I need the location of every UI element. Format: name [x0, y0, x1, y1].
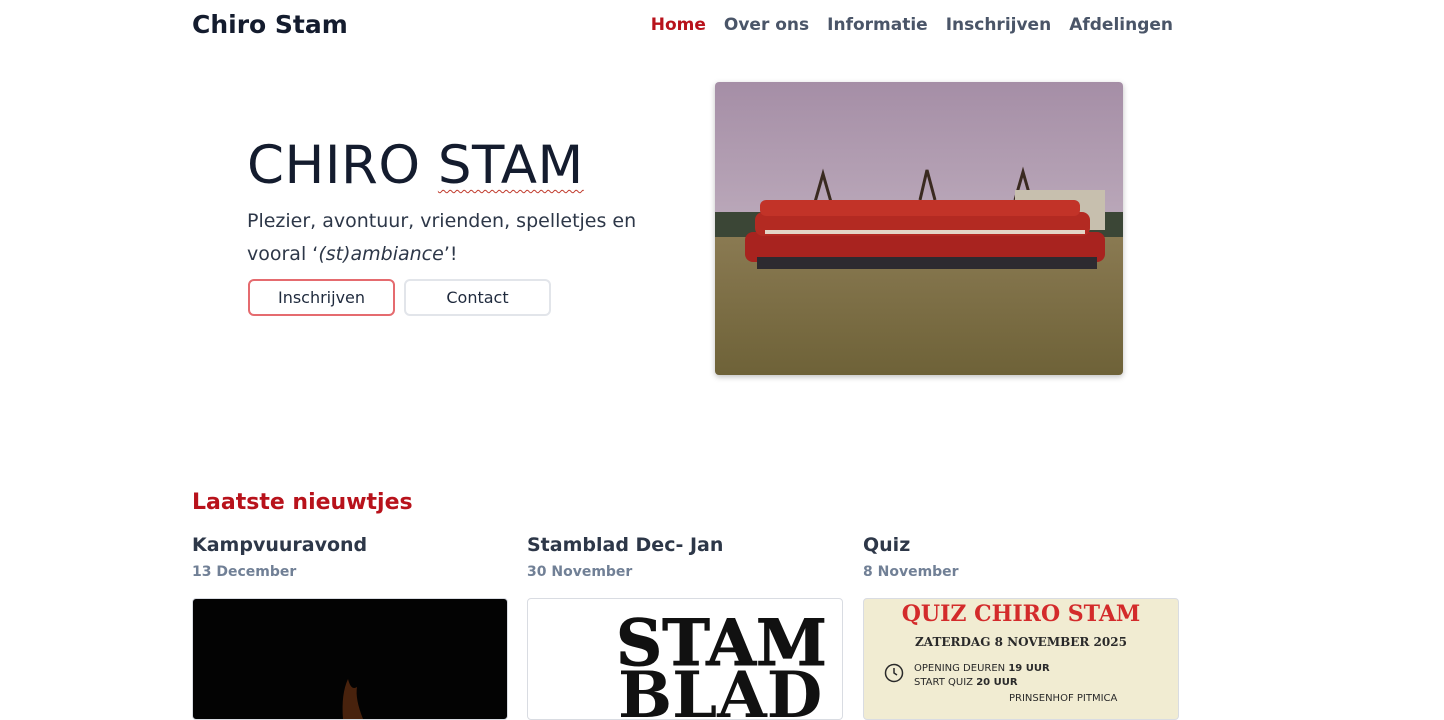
- quiz-poster[interactable]: QUIZ CHIRO STAM ZATERDAG 8 NOVEMBER 2025…: [863, 598, 1179, 720]
- news-card-date: 13 December: [192, 564, 297, 580]
- quiz-poster-date: ZATERDAG 8 NOVEMBER 2025: [915, 635, 1127, 649]
- news-card-title[interactable]: Quiz: [863, 532, 1179, 558]
- news-card-date: 8 November: [863, 564, 959, 580]
- nav-informatie[interactable]: Informatie: [827, 12, 928, 38]
- quiz-poster-title: QUIZ CHIRO STAM: [901, 601, 1141, 627]
- campfire-image[interactable]: [192, 598, 508, 720]
- hero-title-part2: STAM: [437, 135, 584, 196]
- svg-text:BLAD: BLAD: [618, 658, 822, 719]
- news-card-title[interactable]: Stamblad Dec- Jan: [527, 532, 843, 558]
- stamblad-graphic: STAM BLAD: [616, 606, 828, 720]
- news-card-title[interactable]: Kampvuuravond: [192, 532, 508, 558]
- hero-title-part1: CHIRO: [247, 135, 438, 196]
- campfire-graphic: [342, 679, 363, 719]
- nav-afdelingen[interactable]: Afdelingen: [1069, 12, 1173, 38]
- clock-icon: [884, 663, 904, 683]
- stamblad-image[interactable]: STAM BLAD: [527, 598, 843, 720]
- hero-subtitle: Plezier, avontuur, vrienden, spelletjes …: [247, 205, 667, 271]
- news-heading: Laatste nieuwtjes: [192, 490, 413, 515]
- hero-group-photo: [715, 82, 1123, 375]
- quiz-poster-line1: OPENING DEUREN 19 UUR: [914, 663, 1050, 674]
- main-nav: Home Over ons Informatie Inschrijven Afd…: [651, 12, 1173, 38]
- quiz-poster-line3: PRINSENHOF PITMICA: [1009, 693, 1118, 704]
- contact-button[interactable]: Contact: [404, 279, 551, 316]
- group-photo-image: [715, 82, 1123, 375]
- site-brand[interactable]: Chiro Stam: [192, 7, 348, 43]
- news-card-date: 30 November: [527, 564, 633, 580]
- nav-over-ons[interactable]: Over ons: [724, 12, 809, 38]
- hero-title: CHIRO STAM: [247, 133, 584, 199]
- inschrijven-button[interactable]: Inschrijven: [248, 279, 395, 316]
- nav-inschrijven[interactable]: Inschrijven: [946, 12, 1051, 38]
- hero-subtitle-emphasis: (st)ambiance: [318, 243, 444, 265]
- nav-home[interactable]: Home: [651, 12, 706, 38]
- quiz-poster-line2: START QUIZ 20 UUR: [914, 677, 1018, 688]
- hero-subtitle-end: ’!: [443, 243, 458, 265]
